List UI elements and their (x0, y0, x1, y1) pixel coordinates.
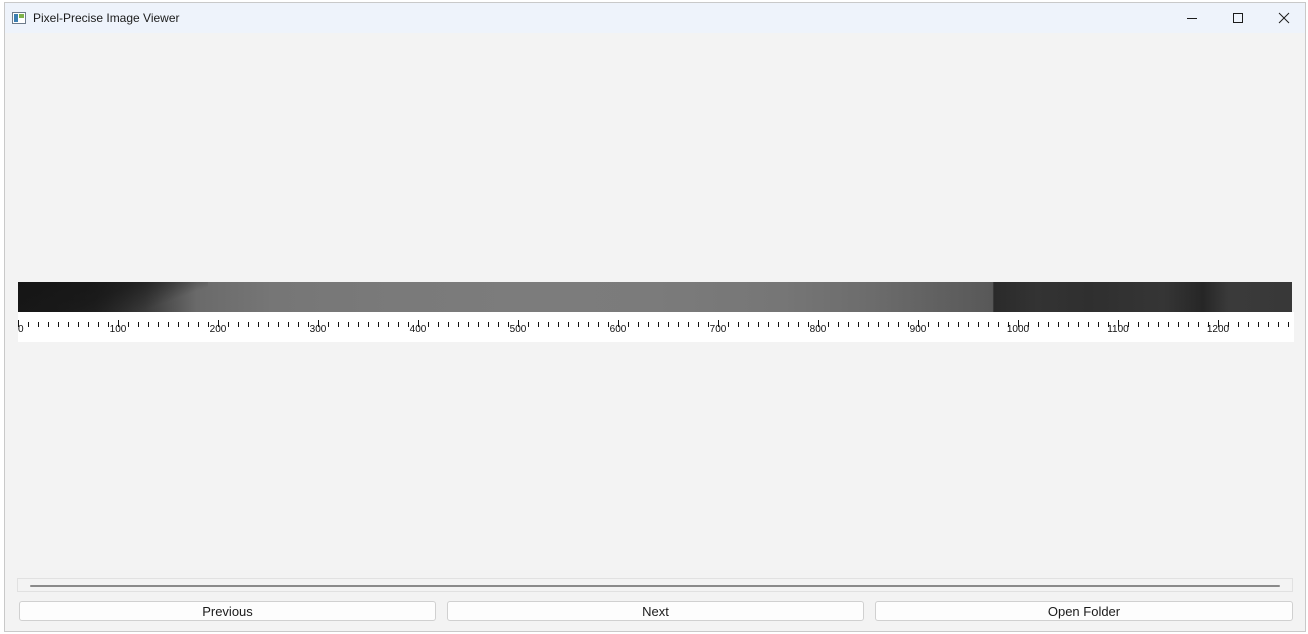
next-button[interactable]: Next (447, 601, 864, 621)
maximize-icon (1232, 12, 1244, 24)
app-window: Pixel-Precise Image Viewer 0 100 200 300 400… (4, 2, 1306, 632)
ruler-label: 1000 (1007, 324, 1030, 335)
ruler-label: 200 (210, 324, 227, 335)
ruler-label: 300 (310, 324, 327, 335)
window-title: Pixel-Precise Image Viewer (33, 11, 180, 25)
ruler-label: 1100 (1107, 324, 1129, 335)
open-folder-button[interactable]: Open Folder (875, 601, 1293, 621)
close-button[interactable] (1261, 3, 1305, 33)
ruler-label: 700 (710, 324, 727, 335)
ruler-label: 900 (910, 324, 927, 335)
ruler-label: 800 (810, 324, 827, 335)
ruler-label: 400 (410, 324, 427, 335)
title-bar[interactable]: Pixel-Precise Image Viewer (5, 3, 1305, 33)
previous-button[interactable]: Previous (19, 601, 436, 621)
ruler-label: 600 (610, 324, 627, 335)
ruler-label: 1200 (1207, 324, 1230, 335)
scrollbar-thumb[interactable] (30, 585, 1280, 587)
maximize-button[interactable] (1215, 3, 1261, 33)
image-display[interactable] (18, 282, 1292, 312)
ruler-label: 0 (18, 324, 24, 335)
pixel-ruler: 0 100 200 300 400 500 600 700 800 900 1000 1100 1200 (18, 312, 1294, 342)
minimize-button[interactable] (1169, 3, 1215, 33)
minimize-icon (1186, 12, 1198, 24)
ruler-graphic: 0 100 200 300 400 500 600 700 800 900 1000 1100 1200 (18, 320, 1289, 335)
ruler-label: 100 (110, 324, 127, 335)
close-icon (1278, 12, 1290, 24)
image-viewer-icon (12, 11, 26, 24)
horizontal-scrollbar[interactable] (17, 578, 1293, 592)
ruler-label: 500 (510, 324, 527, 335)
